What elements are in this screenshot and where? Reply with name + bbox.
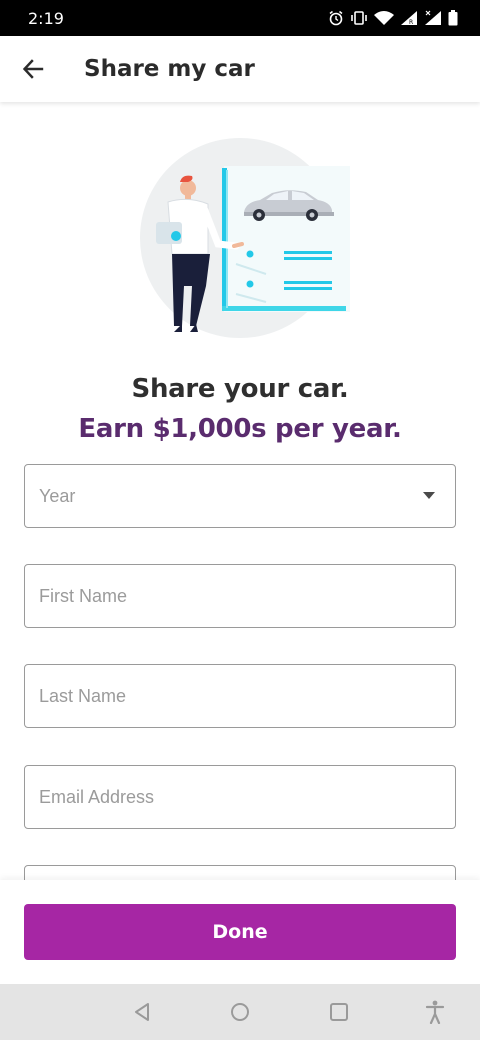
done-button[interactable]: Done bbox=[24, 904, 456, 960]
battery-icon bbox=[448, 10, 458, 26]
nav-home-button[interactable] bbox=[226, 998, 254, 1026]
svg-text:R: R bbox=[409, 19, 413, 26]
arrow-left-icon bbox=[22, 59, 44, 79]
email-field-wrapper bbox=[24, 765, 456, 829]
year-select-value: Year bbox=[39, 485, 76, 506]
nav-recents-button[interactable] bbox=[325, 998, 353, 1026]
triangle-back-icon bbox=[135, 1003, 149, 1021]
nav-back-button[interactable] bbox=[128, 998, 156, 1026]
email-field[interactable] bbox=[39, 786, 441, 808]
next-field-partial[interactable] bbox=[24, 865, 456, 880]
last-name-field-wrapper bbox=[24, 664, 456, 728]
headline: Share your car. bbox=[131, 374, 349, 404]
status-icons: R bbox=[328, 10, 458, 26]
subheadline: Earn $1,000s per year. bbox=[78, 414, 402, 444]
circle-home-icon bbox=[231, 1003, 249, 1021]
back-button[interactable] bbox=[0, 36, 66, 102]
first-name-field-wrapper bbox=[24, 564, 456, 628]
nav-accessibility-button[interactable] bbox=[421, 998, 449, 1026]
square-recents-icon bbox=[330, 1003, 348, 1021]
year-select[interactable]: Year bbox=[24, 464, 456, 528]
hero-illustration bbox=[140, 138, 350, 338]
signal-x-icon bbox=[425, 10, 441, 25]
system-nav-bar bbox=[0, 984, 480, 1040]
accessibility-icon bbox=[425, 1000, 445, 1024]
signal-r-icon: R bbox=[401, 11, 417, 26]
alarm-icon bbox=[329, 10, 343, 26]
main-content[interactable]: Share your car. Earn $1,000s per year. Y… bbox=[0, 102, 480, 880]
app-bar: Share my car bbox=[0, 36, 480, 102]
page-title: Share my car bbox=[84, 56, 255, 82]
vibrate-icon bbox=[351, 11, 367, 25]
wifi-icon bbox=[374, 11, 394, 25]
first-name-field[interactable] bbox=[39, 585, 441, 607]
dropdown-caret-icon bbox=[423, 492, 435, 499]
footer: Done bbox=[0, 880, 480, 984]
last-name-field[interactable] bbox=[39, 685, 441, 707]
status-bar: 2:19 R bbox=[0, 0, 480, 36]
status-time: 2:19 bbox=[28, 8, 64, 28]
